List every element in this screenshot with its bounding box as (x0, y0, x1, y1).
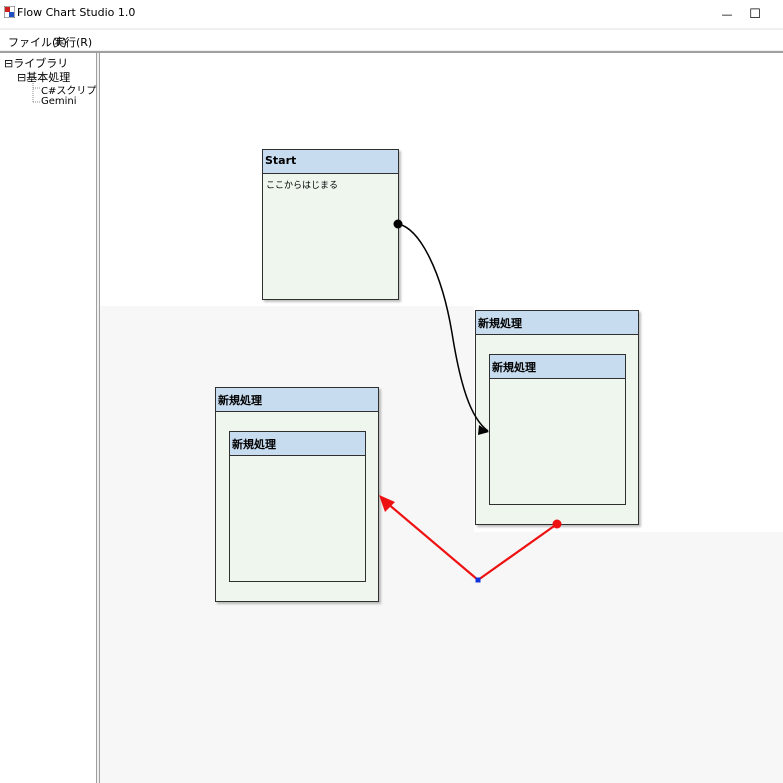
minimize-button[interactable]: — (712, 0, 742, 28)
collapse-icon[interactable]: ⊟ (17, 71, 26, 84)
connector-start-to-right[interactable] (397, 223, 489, 432)
app-window: Flow Chart Studio 1.0 — ☐ ファイル(F) 実行(R) … (0, 0, 783, 783)
maximize-button[interactable]: ☐ (740, 0, 770, 28)
minimize-icon: — (721, 7, 733, 21)
arrowhead-icon (379, 495, 395, 512)
app-icon (4, 6, 15, 18)
maximize-icon: ☐ (749, 6, 761, 22)
tree-item-gemini[interactable]: Gemini (41, 96, 77, 107)
flow-canvas[interactable]: Start ここからはじまる 新規処理 新規処理 新規処理 新規処理 (100, 53, 783, 783)
connectors-layer (379, 219, 562, 583)
menu-bar: ファイル(F) 実行(R) (0, 30, 783, 50)
bend-point-handle[interactable] (475, 577, 481, 583)
title-bar[interactable]: Flow Chart Studio 1.0 — ☐ (0, 0, 783, 28)
connector-source-handle[interactable] (393, 219, 403, 229)
window-title: Flow Chart Studio 1.0 (17, 6, 136, 19)
collapse-icon[interactable]: ⊟ (4, 57, 13, 70)
connector-right-to-left-selected[interactable] (386, 502, 558, 582)
library-tree[interactable]: ⊟ライブラリ ⊟基本処理 C#スクリプト Gemini (0, 53, 106, 783)
connector-source-handle[interactable] (552, 519, 562, 529)
menu-run[interactable]: 実行(R) (54, 34, 92, 50)
